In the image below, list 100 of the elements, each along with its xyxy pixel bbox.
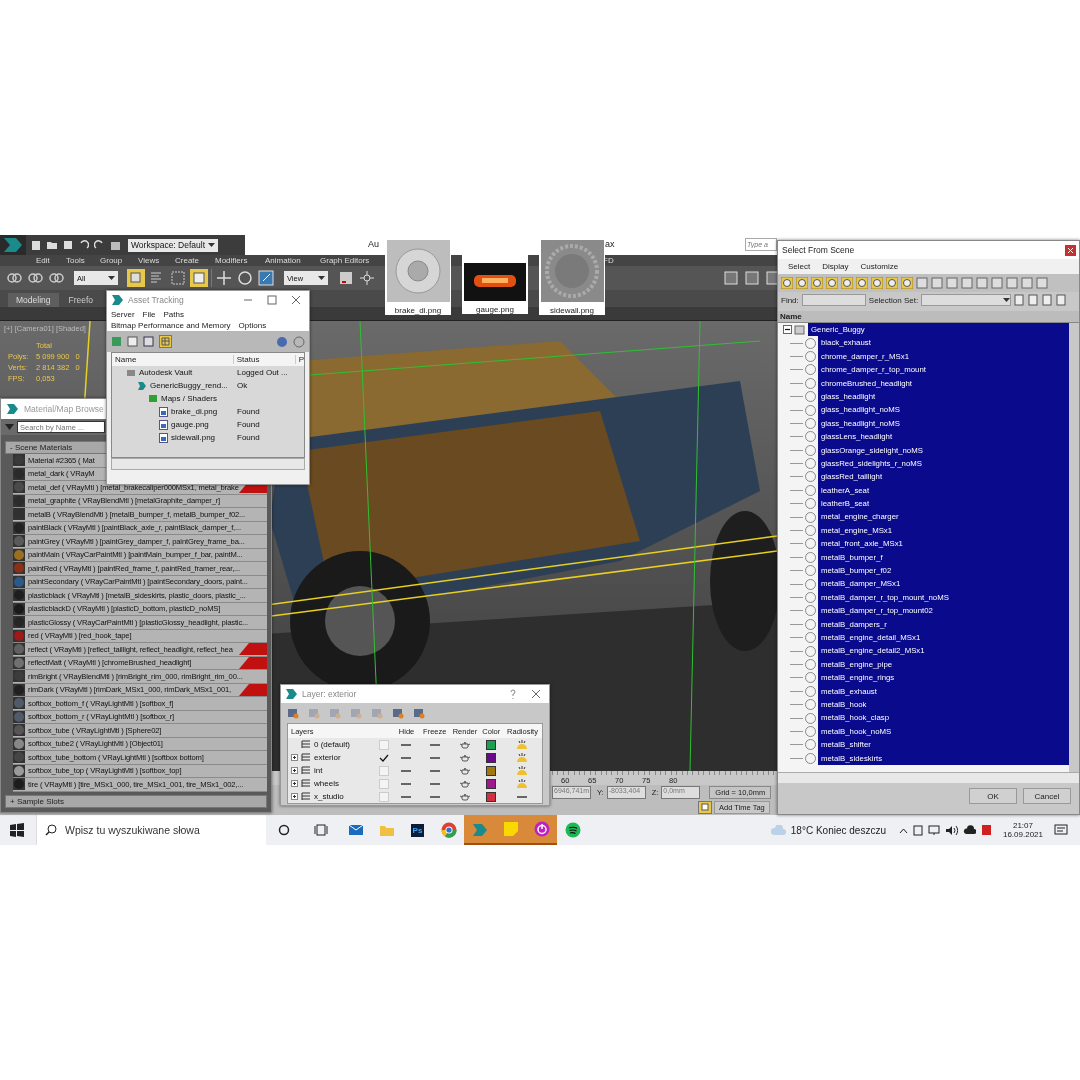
- freeze-toggle[interactable]: [429, 756, 440, 759]
- menu-item[interactable]: Edit: [36, 255, 50, 266]
- freeze-toggle[interactable]: [429, 769, 440, 772]
- select-object-icon[interactable]: [127, 269, 145, 287]
- task-view-icon[interactable]: [314, 824, 328, 836]
- teapot-icon[interactable]: [458, 792, 471, 801]
- maximize-icon[interactable]: [267, 295, 277, 305]
- taskbar-app-button[interactable]: [526, 815, 557, 845]
- taskbar-search-field[interactable]: Wpisz tu wyszukiwane słowa: [36, 815, 266, 845]
- menu-item[interactable]: Graph Editors: [320, 255, 370, 266]
- freeze-toggle[interactable]: [429, 795, 440, 798]
- close-icon[interactable]: [1065, 244, 1076, 256]
- hide-toggle[interactable]: [401, 769, 412, 772]
- pivot-icon[interactable]: [337, 269, 355, 287]
- dialog-button[interactable]: Cancel: [1023, 788, 1071, 804]
- tree-item[interactable]: brake_di.png: [171, 407, 218, 416]
- clock-date[interactable]: 16.09.2021: [1002, 830, 1043, 839]
- link-icon[interactable]: [5, 270, 23, 286]
- radiosity-icon[interactable]: [516, 778, 529, 789]
- teapot-icon[interactable]: [458, 779, 471, 788]
- layer-name[interactable]: 0 (default): [314, 740, 351, 749]
- menu-item[interactable]: Create: [175, 255, 199, 266]
- horizontal-scrollbar[interactable]: [778, 772, 1079, 783]
- tree-item[interactable]: Autodesk Vault: [139, 368, 193, 377]
- freeze-toggle[interactable]: [429, 782, 440, 785]
- sphere-icon[interactable]: [781, 277, 793, 289]
- cortana-icon[interactable]: [278, 824, 290, 836]
- windows-start-icon[interactable]: [10, 823, 24, 837]
- notifications-icon[interactable]: [1054, 823, 1068, 837]
- column-header[interactable]: Name: [780, 312, 802, 321]
- menu-item[interactable]: Tools: [66, 255, 85, 266]
- close-icon[interactable]: [291, 295, 301, 305]
- find-field[interactable]: [801, 294, 866, 306]
- dialog-button[interactable]: OK: [969, 788, 1017, 804]
- current-checkbox[interactable]: [378, 791, 389, 802]
- chevron-up-icon[interactable]: [898, 826, 908, 834]
- freeze-toggle[interactable]: [429, 743, 440, 746]
- tree-item[interactable]: sidewall.png: [171, 433, 216, 442]
- collapse-icon[interactable]: [783, 325, 792, 335]
- weather-text[interactable]: 18°C Koniec deszczu: [790, 824, 886, 836]
- layer-color-swatch[interactable]: [486, 739, 497, 750]
- layer-color-swatch[interactable]: [486, 778, 497, 789]
- move-icon[interactable]: [215, 269, 233, 287]
- expand-icon[interactable]: [291, 767, 298, 774]
- current-checkbox[interactable]: [378, 739, 389, 750]
- checkmark-icon[interactable]: [378, 753, 389, 762]
- hide-toggle[interactable]: [401, 795, 412, 798]
- volume-icon[interactable]: [944, 824, 958, 836]
- tree-item[interactable]: GenericBuggy_rend...: [150, 381, 228, 390]
- menu-item[interactable]: Select: [788, 262, 811, 271]
- snap-icon[interactable]: [358, 269, 376, 287]
- rectangle-selection-icon[interactable]: [169, 269, 187, 287]
- expand-icon[interactable]: [291, 793, 298, 800]
- table-view-icon[interactable]: [159, 335, 172, 348]
- clock-time[interactable]: 21:07: [1012, 821, 1033, 830]
- layer-name[interactable]: wheels: [314, 779, 339, 788]
- current-checkbox[interactable]: [378, 778, 389, 789]
- dropdown-arrow-icon[interactable]: [5, 423, 14, 431]
- close-icon[interactable]: [531, 689, 541, 699]
- menu-item[interactable]: Group: [100, 255, 123, 266]
- column-header[interactable]: P: [294, 355, 304, 364]
- help-icon[interactable]: [509, 689, 517, 699]
- hide-toggle[interactable]: [401, 743, 412, 746]
- rotate-icon[interactable]: [236, 269, 254, 287]
- network-icon[interactable]: [927, 824, 940, 836]
- tray-app-icon[interactable]: [912, 824, 923, 836]
- column-header[interactable]: Name: [112, 355, 233, 364]
- column-header[interactable]: Status: [232, 355, 295, 364]
- layer-name[interactable]: exterior: [314, 753, 341, 762]
- ribbon-tab[interactable]: Modeling: [8, 293, 59, 307]
- workspace-dropdown[interactable]: Workspace: Default: [128, 238, 218, 252]
- expand-icon[interactable]: [291, 780, 298, 787]
- menu-item[interactable]: Server: [111, 310, 135, 319]
- radiosity-icon[interactable]: [516, 752, 529, 763]
- cloud-upload-icon[interactable]: [962, 825, 976, 835]
- expand-icon[interactable]: [291, 754, 298, 761]
- menu-item[interactable]: Modifiers: [215, 255, 248, 266]
- menu-item[interactable]: Animation: [265, 255, 301, 266]
- group-header[interactable]: + Sample Slots: [5, 794, 267, 808]
- radiosity-toggle[interactable]: [517, 795, 528, 798]
- unlink-icon[interactable]: [26, 270, 44, 286]
- help-icon[interactable]: [276, 335, 288, 348]
- teapot-icon[interactable]: [458, 740, 471, 749]
- layer-color-swatch[interactable]: [486, 752, 497, 763]
- scale-icon[interactable]: [257, 269, 275, 287]
- radiosity-icon[interactable]: [516, 765, 529, 776]
- redo-icon[interactable]: [94, 240, 105, 250]
- menu-item[interactable]: Paths: [163, 310, 184, 319]
- menu-item[interactable]: Display: [822, 262, 849, 271]
- open-folder-icon[interactable]: [46, 240, 58, 250]
- layer-name[interactable]: x_studio: [314, 792, 344, 801]
- time-tag-icon[interactable]: [698, 801, 712, 814]
- menu-item[interactable]: Options: [238, 321, 267, 330]
- teapot-icon[interactable]: [458, 753, 471, 762]
- layer-color-swatch[interactable]: [486, 765, 497, 776]
- hide-toggle[interactable]: [401, 782, 412, 785]
- horizontal-scrollbar[interactable]: [111, 458, 305, 470]
- radiosity-icon[interactable]: [516, 739, 529, 750]
- menu-item[interactable]: Bitmap Performance and Memory: [111, 321, 231, 330]
- menu-item[interactable]: File: [142, 310, 156, 319]
